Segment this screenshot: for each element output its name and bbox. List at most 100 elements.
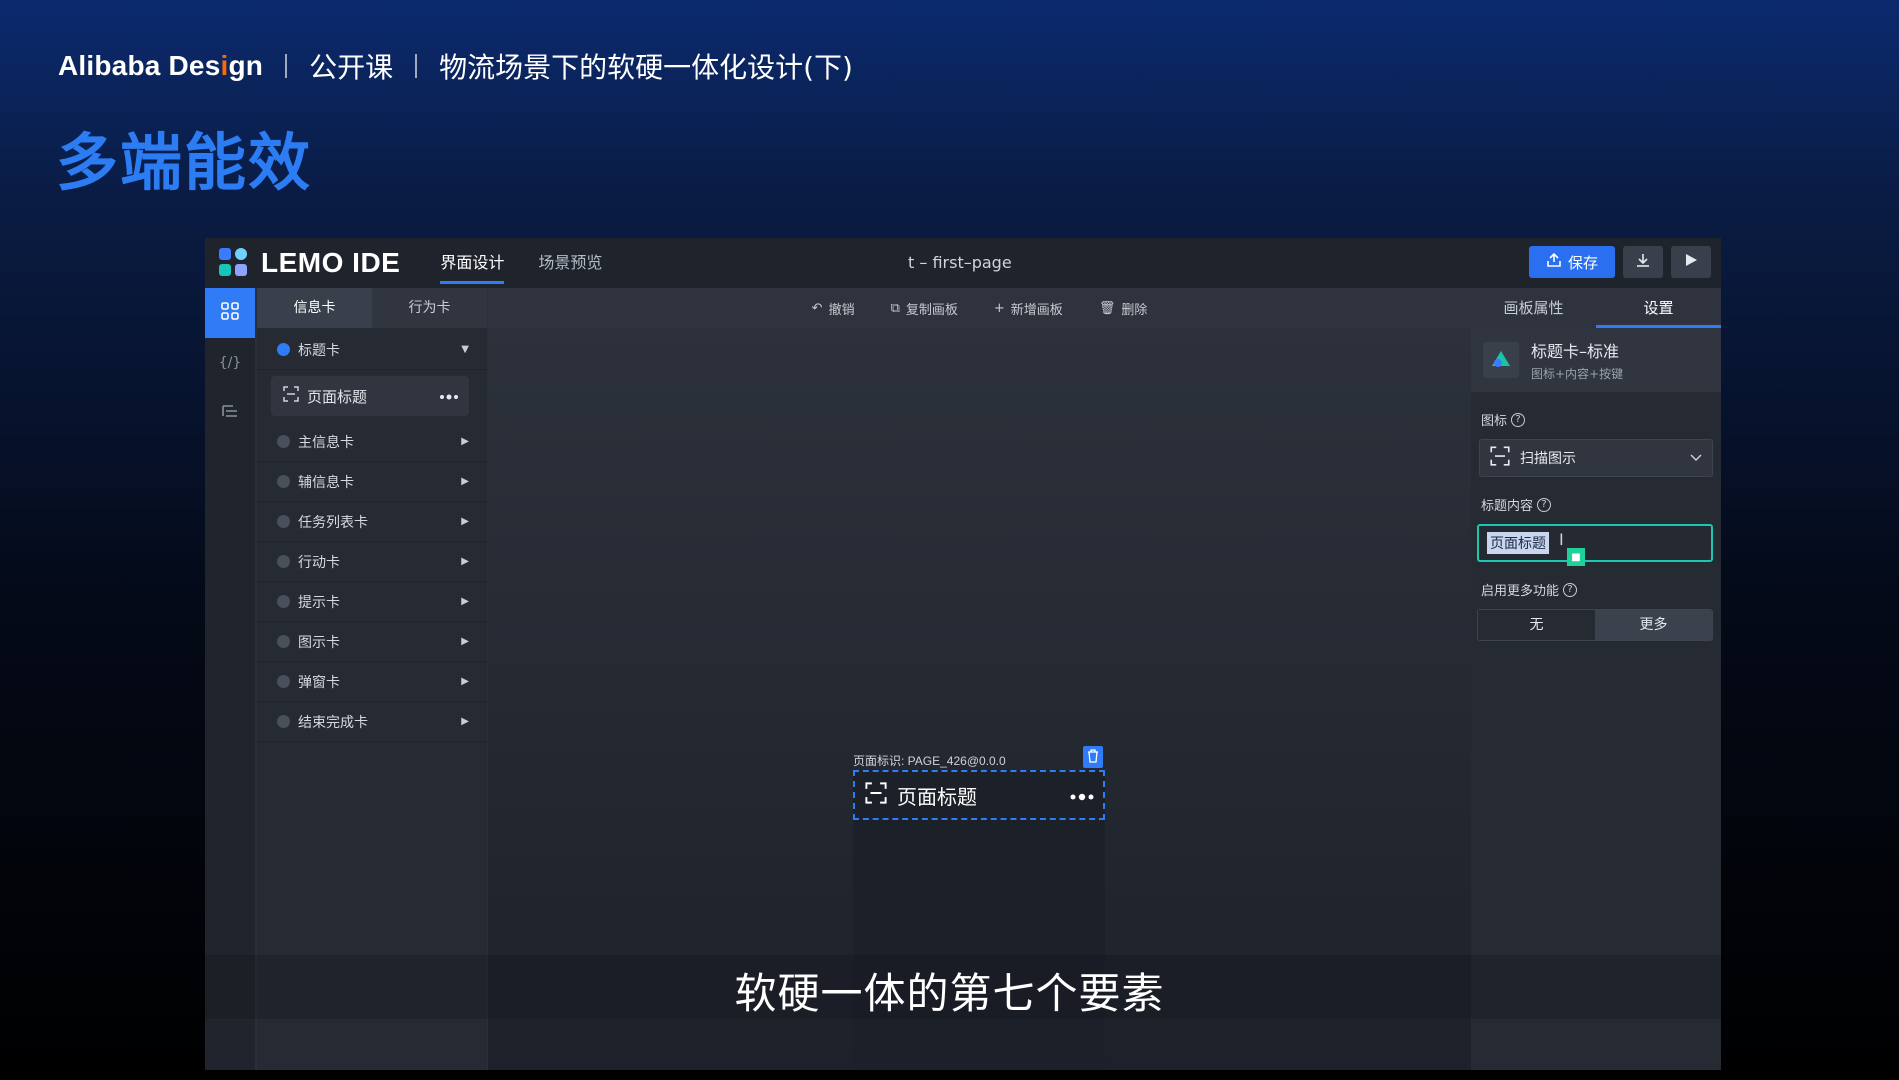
phone-page-preview[interactable]: 页面标题 bbox=[853, 770, 1105, 1070]
caret-right-icon: ▶ bbox=[461, 596, 469, 607]
tab-settings[interactable]: 设置 bbox=[1596, 288, 1721, 328]
component-page-title[interactable]: 页面标题 bbox=[271, 376, 469, 416]
layers-icon bbox=[220, 401, 240, 425]
category-label: 任务列表卡 bbox=[298, 514, 368, 531]
category-label: 行动卡 bbox=[298, 554, 340, 571]
icon-select[interactable]: 扫描图示 bbox=[1479, 439, 1713, 477]
category-dot bbox=[277, 715, 290, 728]
play-button[interactable] bbox=[1671, 246, 1711, 278]
help-icon[interactable]: ? bbox=[1511, 412, 1526, 427]
category-label: 提示卡 bbox=[298, 594, 340, 611]
copy-board-label: 复制画板 bbox=[905, 302, 958, 318]
caret-right-icon: ▶ bbox=[461, 476, 469, 487]
help-icon[interactable]: ? bbox=[1537, 497, 1552, 512]
more-features-text: 启用更多功能 bbox=[1481, 584, 1560, 599]
tab-ui-design[interactable]: 界面设计 bbox=[440, 238, 505, 288]
top-actions: 保存 bbox=[1529, 246, 1711, 278]
category-dot bbox=[277, 635, 290, 648]
add-board-label: 新增画板 bbox=[1010, 302, 1063, 318]
scan-icon bbox=[865, 781, 887, 809]
topic-label: 物流场景下的软硬一体化设计(下) bbox=[439, 51, 853, 84]
category-dot bbox=[277, 343, 290, 356]
trash-icon: 🗑 bbox=[1098, 300, 1116, 316]
ide-topbar: LEMO IDE 界面设计 场景预览 t – first–page 保存 bbox=[205, 238, 1721, 288]
ide-window: LEMO IDE 界面设计 场景预览 t – first–page 保存 {/}… bbox=[205, 238, 1721, 1070]
category-item[interactable]: 图示卡 ▶ bbox=[257, 622, 487, 662]
download-icon bbox=[1635, 252, 1651, 273]
copy-icon: ⧉ bbox=[890, 300, 900, 316]
tab-action-card[interactable]: 行为卡 bbox=[372, 288, 487, 328]
tab-board-properties[interactable]: 画板属性 bbox=[1471, 288, 1596, 328]
category-dot bbox=[277, 595, 290, 608]
components-panel: 信息卡 行为卡 标题卡 ▼ 页面标题 主信息卡 ▶ 辅信息卡 ▶ 任务列表卡 ▶… bbox=[257, 288, 487, 1070]
category-item[interactable]: 主信息卡 ▶ bbox=[257, 422, 487, 462]
undo-button[interactable]: ↶ 撤销 bbox=[812, 299, 855, 318]
save-button[interactable]: 保存 bbox=[1529, 246, 1615, 278]
component-label: 页面标题 bbox=[307, 387, 368, 406]
tab-info-card[interactable]: 信息卡 bbox=[257, 288, 372, 328]
title-content-input[interactable]: 页面标题 I ■ bbox=[1477, 524, 1713, 566]
icon-select-value: 扫描图示 bbox=[1520, 451, 1576, 467]
card-type-subtitle: 图标+内容+按键 bbox=[1531, 367, 1624, 381]
category-item[interactable]: 行动卡 ▶ bbox=[257, 542, 487, 582]
trash-icon bbox=[1087, 748, 1099, 766]
separator bbox=[285, 54, 288, 78]
more-dots-icon[interactable] bbox=[1069, 783, 1095, 807]
text-cursor-icon: I bbox=[1559, 530, 1564, 549]
more-features-toggle: 无 更多 bbox=[1477, 609, 1713, 641]
slide-title: 多端能效 bbox=[56, 126, 313, 199]
category-title-card[interactable]: 标题卡 ▼ bbox=[257, 330, 487, 370]
category-item[interactable]: 弹窗卡 ▶ bbox=[257, 662, 487, 702]
category-item[interactable]: 任务列表卡 ▶ bbox=[257, 502, 487, 542]
delete-button[interactable]: 🗑 删除 bbox=[1099, 299, 1148, 318]
delete-label: 删除 bbox=[1121, 302, 1148, 318]
page-delete-button[interactable] bbox=[1083, 746, 1103, 768]
caret-right-icon: ▶ bbox=[461, 716, 469, 727]
category-label: 图示卡 bbox=[298, 634, 340, 651]
undo-icon: ↶ bbox=[811, 300, 823, 316]
category-dot bbox=[277, 475, 290, 488]
add-board-button[interactable]: + 新增画板 bbox=[994, 299, 1063, 318]
scan-icon bbox=[1490, 446, 1510, 470]
page-title-text: 页面标题 bbox=[897, 784, 977, 809]
tab-scene-preview[interactable]: 场景预览 bbox=[538, 238, 602, 288]
category-label: 标题卡 bbox=[298, 342, 340, 359]
category-label: 辅信息卡 bbox=[298, 474, 354, 491]
rail-layers-button[interactable] bbox=[205, 388, 255, 438]
more-features-label: 启用更多功能 ? bbox=[1481, 580, 1721, 599]
icon-field-label: 图标 ? bbox=[1481, 410, 1721, 429]
copy-board-button[interactable]: ⧉ 复制画板 bbox=[891, 299, 958, 318]
caret-down-icon: ▼ bbox=[461, 344, 469, 355]
slide-header: Alibaba Design 公开课 物流场景下的软硬一体化设计(下) bbox=[58, 44, 853, 88]
caret-right-icon: ▶ bbox=[461, 556, 469, 567]
option-more[interactable]: 更多 bbox=[1595, 610, 1712, 640]
download-button[interactable] bbox=[1623, 246, 1663, 278]
caret-right-icon: ▶ bbox=[461, 516, 469, 527]
play-icon bbox=[1683, 252, 1699, 273]
card-type-title: 标题卡–标准 bbox=[1531, 342, 1620, 361]
course-label: 公开课 bbox=[309, 51, 394, 84]
option-none[interactable]: 无 bbox=[1478, 610, 1595, 640]
title-content-label: 标题内容 ? bbox=[1481, 495, 1721, 514]
rail-components-button[interactable] bbox=[205, 288, 255, 338]
category-label: 结束完成卡 bbox=[298, 714, 368, 731]
top-tabs: 界面设计 场景预览 bbox=[440, 238, 602, 288]
category-dot bbox=[277, 435, 290, 448]
category-item[interactable]: 结束完成卡 ▶ bbox=[257, 702, 487, 742]
properties-tabs: 画板属性 设置 bbox=[1471, 288, 1721, 328]
more-dots-icon[interactable] bbox=[439, 387, 459, 405]
help-icon[interactable]: ? bbox=[1563, 582, 1578, 597]
category-item[interactable]: 提示卡 ▶ bbox=[257, 582, 487, 622]
separator bbox=[415, 54, 418, 78]
category-dot bbox=[277, 555, 290, 568]
caret-right-icon: ▶ bbox=[461, 676, 469, 687]
caret-right-icon: ▶ bbox=[461, 636, 469, 647]
properties-panel: 画板属性 设置 标题卡–标准 图标+内容+按键 图标 ? 扫描图示 标题内容 ?… bbox=[1471, 288, 1721, 1070]
category-item[interactable]: 辅信息卡 ▶ bbox=[257, 462, 487, 502]
save-label: 保存 bbox=[1567, 253, 1598, 272]
components-tabs: 信息卡 行为卡 bbox=[257, 288, 487, 328]
rail-code-button[interactable]: {/} bbox=[205, 338, 255, 388]
category-dot bbox=[277, 675, 290, 688]
title-content-value: 页面标题 bbox=[1487, 532, 1549, 554]
page-title-component[interactable]: 页面标题 bbox=[853, 770, 1105, 820]
